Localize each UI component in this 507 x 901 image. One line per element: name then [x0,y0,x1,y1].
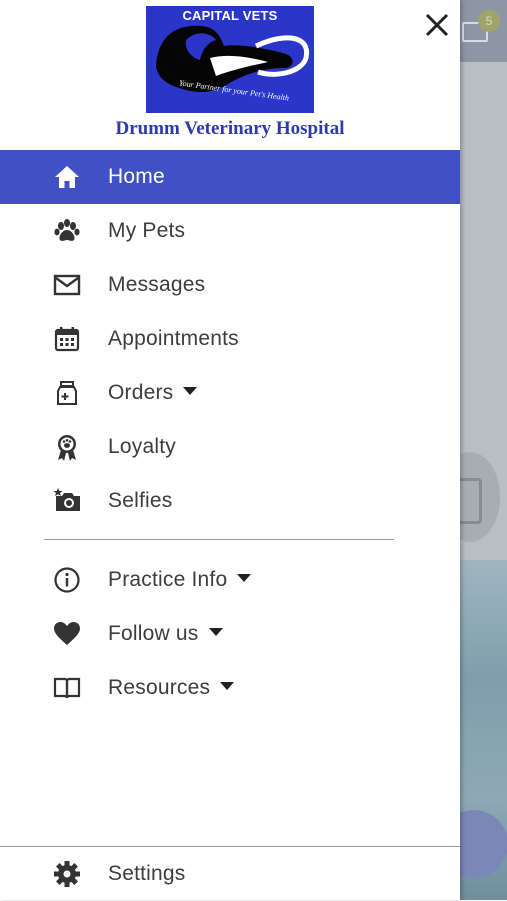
menu-item-label: Appointments [108,327,239,350]
close-drawer-button[interactable] [420,8,454,42]
menu-item-selfies[interactable]: Selfies [0,474,460,528]
envelope-icon [52,270,82,300]
orders-label-text: Orders [108,381,174,404]
menu-divider [44,539,394,540]
home-icon [52,162,82,192]
paw-icon [52,216,82,246]
menu-item-appointments[interactable]: Appointments [0,312,460,366]
menu-item-label: Settings [108,862,186,885]
menu-item-practice-info[interactable]: Practice Info [0,553,460,607]
menu-item-home[interactable]: Home [0,150,460,204]
menu-item-label: Messages [108,273,206,296]
menu-item-label: Selfies [108,489,173,512]
background-jar-icon [460,478,482,524]
follow-us-label-text: Follow us [108,622,199,645]
close-icon [425,13,449,37]
book-icon [52,673,82,703]
navigation-drawer: CAPITAL VETS Your Partner for your Pet's… [0,0,460,900]
background-app: 5 [460,0,507,900]
message-count-badge: 5 [478,10,500,32]
drawer-footer: Settings [0,846,460,901]
heart-icon [52,619,82,649]
chevron-down-icon [183,387,198,396]
menu-item-label: Resources [108,676,235,700]
menu-item-settings[interactable]: Settings [0,847,460,901]
award-ribbon-icon [52,432,82,462]
menu-item-label: My Pets [108,219,186,242]
menu-item-label: Home [108,165,165,188]
chevron-down-icon [237,574,252,583]
primary-menu: Home My Pets Messages Appointments Order… [0,150,460,528]
menu-item-loyalty[interactable]: Loyalty [0,420,460,474]
practice-logo: CAPITAL VETS Your Partner for your Pet's… [146,6,314,113]
menu-item-follow-us[interactable]: Follow us [0,607,460,661]
chevron-down-icon [220,682,235,691]
menu-item-label: Orders [108,381,198,405]
medicine-jar-icon [52,378,82,408]
resources-label-text: Resources [108,676,211,699]
camera-icon [52,486,82,516]
menu-item-messages[interactable]: Messages [0,258,460,312]
info-icon [52,565,82,595]
menu-item-label: Practice Info [108,568,252,592]
menu-item-label: Follow us [108,622,223,646]
menu-item-resources[interactable]: Resources [0,661,460,715]
secondary-menu: Practice Info Follow us Resources [0,553,460,715]
chevron-down-icon [208,628,223,637]
calendar-icon [52,324,82,354]
menu-item-label: Loyalty [108,435,176,458]
hospital-name: Drumm Veterinary Hospital [115,118,345,139]
menu-item-orders[interactable]: Orders [0,366,460,420]
gear-icon [52,859,82,889]
logo-title: CAPITAL VETS [182,8,278,23]
menu-item-my-pets[interactable]: My Pets [0,204,460,258]
practice-info-label-text: Practice Info [108,568,228,591]
